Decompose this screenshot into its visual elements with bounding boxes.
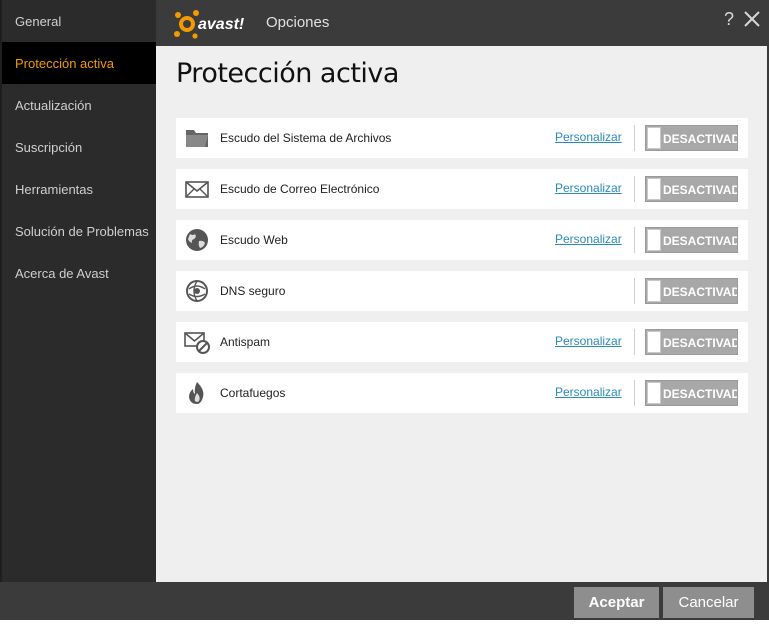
- toggle-state: DESACTIVADO: [663, 183, 737, 197]
- toggle-state: DESACTIVADO: [663, 336, 737, 350]
- toggle-state: DESACTIVADO: [663, 132, 737, 146]
- title-bar: avast! Opciones ?: [156, 0, 769, 46]
- options-window: General Protección activa Actualización …: [0, 0, 769, 625]
- accept-button[interactable]: Aceptar: [574, 587, 659, 618]
- help-button[interactable]: ?: [724, 9, 734, 30]
- footer: Aceptar Cancelar: [156, 582, 769, 625]
- toggle-knob: [647, 331, 661, 353]
- toggle-knob: [647, 127, 661, 149]
- toggle-state: DESACTIVADO: [663, 285, 737, 299]
- shield-row-dns: DNS seguro DESACTIVADO: [176, 271, 748, 311]
- network-globe-icon: [186, 280, 208, 302]
- shield-row-mail: Escudo de Correo Electrónico Personaliza…: [176, 169, 748, 209]
- customize-link[interactable]: Personalizar: [555, 130, 622, 144]
- toggle-knob: [647, 382, 661, 404]
- close-icon[interactable]: [742, 9, 762, 29]
- customize-link[interactable]: Personalizar: [555, 334, 622, 348]
- shield-toggle[interactable]: DESACTIVADO: [645, 125, 738, 151]
- shield-name: Antispam: [220, 335, 271, 349]
- flame-icon: [189, 382, 204, 404]
- window-bottom-edge: [0, 620, 769, 625]
- shield-row-file-system: Escudo del Sistema de Archivos Personali…: [176, 118, 748, 158]
- sidebar-item-herramientas[interactable]: Herramientas: [2, 168, 156, 210]
- avast-logo: avast!: [174, 10, 245, 39]
- envelope-icon: [185, 181, 209, 198]
- toggle-state: DESACTIVADO: [663, 387, 737, 401]
- shield-name: Escudo de Correo Electrónico: [220, 182, 380, 196]
- window-title: Opciones: [266, 14, 330, 31]
- toggle-knob: [647, 178, 661, 200]
- toggle-state: DESACTIVADO: [663, 234, 737, 248]
- toggle-knob: [647, 280, 661, 302]
- sidebar-item-acerca-de-avast[interactable]: Acerca de Avast: [2, 252, 156, 294]
- divider: [634, 176, 635, 202]
- sidebar-item-general[interactable]: General: [2, 0, 156, 42]
- sidebar-item-proteccion-activa[interactable]: Protección activa: [2, 42, 156, 84]
- shield-name: Escudo Web: [220, 233, 288, 247]
- customize-link[interactable]: Personalizar: [555, 385, 622, 399]
- divider: [634, 227, 635, 253]
- divider: [634, 329, 635, 355]
- sidebar-item-actualizacion[interactable]: Actualización: [2, 84, 156, 126]
- shield-row-firewall: Cortafuegos Personalizar DESACTIVADO: [176, 373, 748, 413]
- shield-toggle[interactable]: DESACTIVADO: [645, 329, 738, 355]
- customize-link[interactable]: Personalizar: [555, 181, 622, 195]
- cancel-button[interactable]: Cancelar: [663, 587, 754, 618]
- shield-row-antispam: Antispam Personalizar DESACTIVADO: [176, 322, 748, 362]
- svg-text:avast!: avast!: [198, 16, 245, 33]
- toggle-knob: [647, 229, 661, 251]
- globe-icon: [186, 229, 208, 251]
- shield-toggle[interactable]: DESACTIVADO: [645, 227, 738, 253]
- divider: [634, 380, 635, 406]
- sidebar: General Protección activa Actualización …: [0, 0, 156, 582]
- divider: [634, 125, 635, 151]
- sidebar-item-solucion-de-problemas[interactable]: Solución de Problemas: [2, 210, 156, 252]
- folder-icon: [186, 130, 208, 147]
- shield-row-web: Escudo Web Personalizar DESACTIVADO: [176, 220, 748, 260]
- shield-toggle[interactable]: DESACTIVADO: [645, 380, 738, 406]
- divider: [634, 278, 635, 304]
- shield-toggle[interactable]: DESACTIVADO: [645, 278, 738, 304]
- main-content: Protección activa Escudo del Sistema de …: [156, 46, 767, 582]
- shield-name: Escudo del Sistema de Archivos: [220, 131, 392, 145]
- customize-link[interactable]: Personalizar: [555, 232, 622, 246]
- page-title: Protección activa: [176, 58, 399, 89]
- envelope-blocked-icon: [184, 332, 210, 354]
- sidebar-item-suscripcion[interactable]: Suscripción: [2, 126, 156, 168]
- shield-name: Cortafuegos: [220, 386, 286, 400]
- shield-name: DNS seguro: [220, 284, 286, 298]
- shield-toggle[interactable]: DESACTIVADO: [645, 176, 738, 202]
